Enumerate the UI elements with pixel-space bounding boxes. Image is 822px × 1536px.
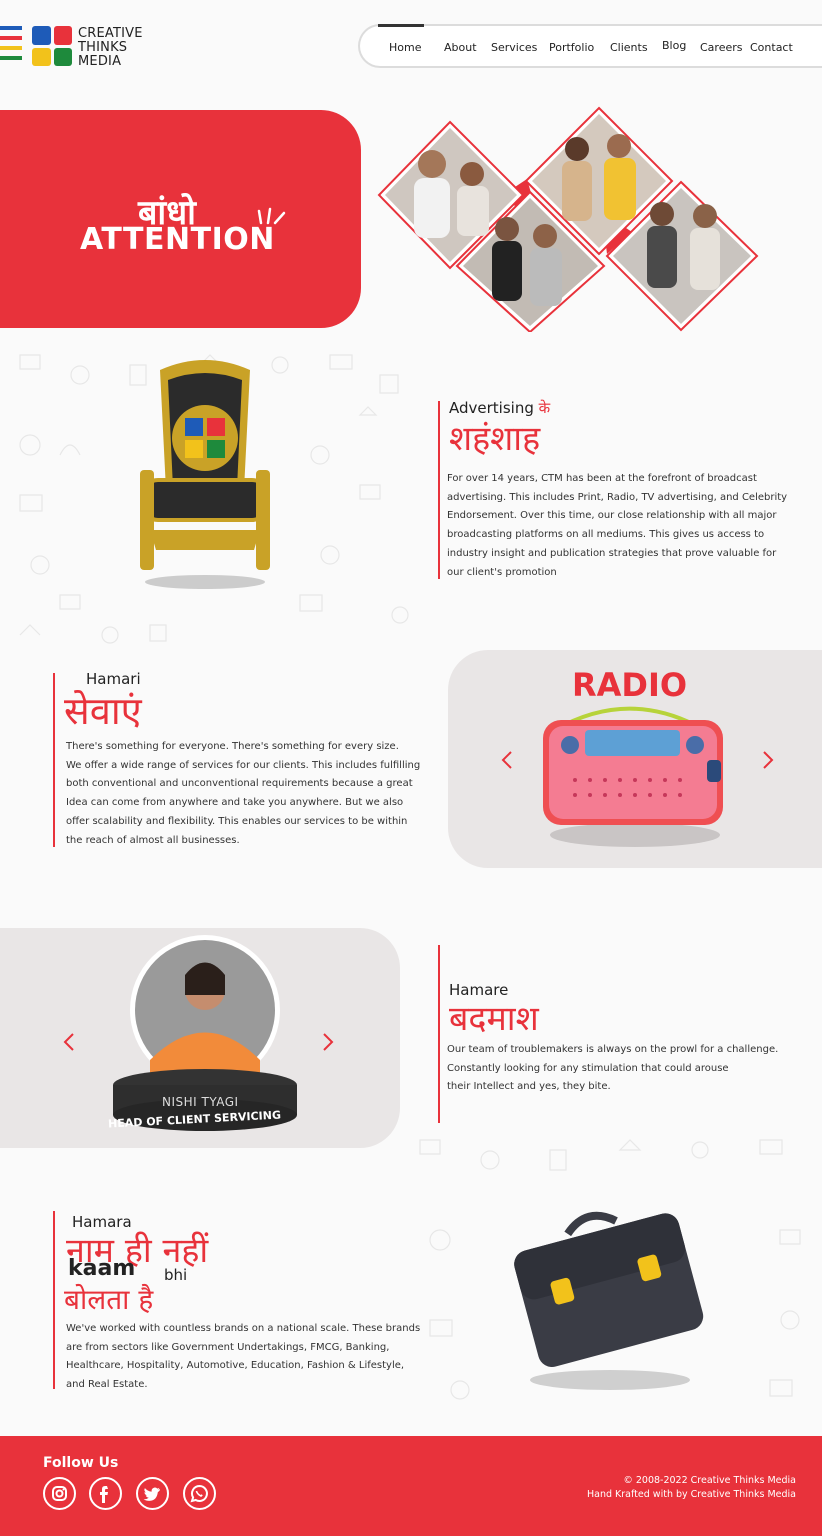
work-heading-hindi-2: बोलता है [64, 1283, 154, 1316]
footer [0, 1436, 822, 1536]
facebook-icon [100, 1486, 108, 1503]
logo-mark[interactable] [32, 26, 72, 66]
para-line: our client's promotion [447, 566, 557, 578]
radio-illustration [543, 706, 723, 847]
para-line: We've worked with countless brands on a … [66, 1323, 421, 1334]
para-line: Our team of troublemakers is always on t… [447, 1044, 779, 1055]
section-divider [53, 1211, 55, 1389]
facebook-link[interactable] [89, 1477, 122, 1510]
hero-english-title: ATTENTION [80, 222, 275, 257]
para-line: broadcasting platforms on all mediums. T… [447, 529, 765, 541]
nav-home[interactable]: Home [389, 41, 421, 54]
twitter-link[interactable] [136, 1477, 169, 1510]
para-line: We offer a wide range of services for ou… [66, 759, 421, 771]
logo-line: MEDIA [78, 54, 122, 69]
services-heading-hindi: सेवाएं [64, 689, 142, 733]
para-line: their Intellect and yes, they bite. [447, 1081, 611, 1093]
about-heading-suffix: के [538, 399, 551, 417]
throne-illustration [140, 360, 270, 589]
carousel-prev-button[interactable] [500, 750, 514, 775]
nav-contact[interactable]: Contact [750, 41, 793, 54]
para-line: There's something for everyone. There's … [66, 741, 399, 752]
team-heading-hindi: बदमाश [449, 999, 539, 1039]
about-paragraph: For over 14 years, CTM has been at the f… [447, 470, 787, 582]
whatsapp-link[interactable] [183, 1477, 216, 1510]
nav-careers[interactable]: Careers [700, 41, 743, 54]
team-paragraph: Our team of troublemakers is always on t… [447, 1041, 778, 1097]
chevron-left-icon [501, 751, 512, 769]
para-line: and Real Estate. [66, 1379, 148, 1391]
celebrity-collage [377, 106, 759, 332]
work-kaam: kaam [68, 1256, 136, 1281]
para-line: Constantly looking for any stimulation t… [447, 1062, 729, 1074]
chevron-right-icon [763, 751, 774, 769]
para-line: the reach of almost all businesses. [66, 834, 240, 846]
para-line: are from sectors like Government Underta… [66, 1341, 390, 1353]
para-line: offer scalability and flexibility. This … [66, 815, 408, 827]
para-line: advertising. This includes Print, Radio,… [447, 491, 788, 503]
logo-line: THINKS [78, 40, 128, 55]
twitter-icon [143, 1487, 160, 1501]
chevron-right-icon [323, 1033, 334, 1051]
instagram-link[interactable] [43, 1477, 76, 1510]
logo-text[interactable]: CREATIVE THINKS MEDIA [78, 27, 143, 69]
briefcase-illustration [514, 1211, 704, 1390]
instagram-icon [52, 1486, 67, 1501]
logo-line: CREATIVE [78, 26, 143, 41]
nav-portfolio[interactable]: Portfolio [549, 41, 594, 54]
nav-blog[interactable]: Blog [662, 39, 686, 52]
work-paragraph: We've worked with countless brands on a … [66, 1320, 420, 1395]
section-divider [438, 945, 440, 1123]
section-divider [438, 401, 440, 579]
team-next-button[interactable] [321, 1032, 335, 1057]
main-nav: Home About Services Portfolio Clients Bl… [358, 24, 822, 68]
para-line: industry insight and publication strateg… [447, 547, 777, 559]
section-divider [53, 673, 55, 847]
credit-text: Hand Krafted with by Creative Thinks Med… [587, 1489, 796, 1500]
carousel-title: RADIO [572, 666, 688, 704]
para-line: both conventional and unconventional req… [66, 778, 413, 790]
para-line: Idea can come from anywhere and take you… [66, 797, 404, 809]
follow-us-label: Follow Us [43, 1455, 119, 1471]
team-prev-button[interactable] [62, 1032, 76, 1057]
work-bhi: bhi [164, 1266, 188, 1284]
nav-services[interactable]: Services [491, 41, 537, 54]
services-paragraph: There's something for everyone. There's … [66, 738, 420, 850]
carousel-next-button[interactable] [761, 750, 775, 775]
brand-stripes [0, 26, 22, 66]
chevron-left-icon [63, 1033, 74, 1051]
nav-active-indicator [378, 24, 424, 27]
para-line: For over 14 years, CTM has been at the f… [447, 473, 757, 484]
nav-clients[interactable]: Clients [610, 41, 648, 54]
about-heading-hindi: शहंशाह [449, 419, 541, 459]
copyright-text: © 2008-2022 Creative Thinks Media [623, 1475, 796, 1486]
para-line: Healthcare, Hospitality, Automotive, Edu… [66, 1360, 405, 1372]
whatsapp-icon [190, 1484, 208, 1503]
attention-marks-icon [257, 207, 286, 225]
para-line: Endorsement. Over this time, our close r… [447, 510, 777, 522]
nav-about[interactable]: About [444, 41, 477, 54]
team-member-name: NISHI TYAGI [162, 1095, 239, 1109]
